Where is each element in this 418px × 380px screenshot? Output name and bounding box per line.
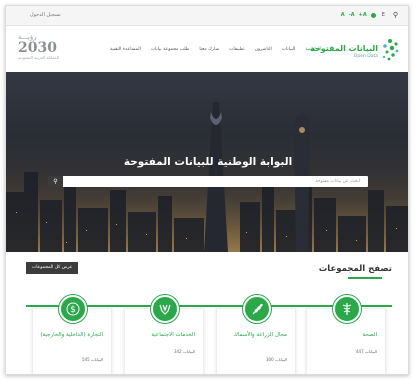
nav-datasets[interactable]: البيانات (282, 47, 296, 52)
title-underline (348, 277, 382, 279)
hands-icon (159, 304, 171, 315)
nav-request-dataset[interactable]: طلب مجموعة بيانات (151, 47, 190, 52)
group-card-agriculture[interactable]: مجال الزراعة والأسماك البيانات 300 (216, 295, 296, 374)
group-count: البيانات 342 (174, 349, 195, 354)
open-data-mark-icon (382, 39, 399, 61)
group-name: مجال الزراعة والأسماك (233, 332, 287, 338)
caduceus-icon (342, 303, 352, 315)
dollar-coin-icon: $ (66, 302, 80, 316)
nav-publishers[interactable]: الناشرون (255, 47, 272, 52)
font-size-decrease[interactable]: A- (349, 12, 355, 18)
font-size-default[interactable]: A (341, 12, 345, 18)
hero-banner: البوابة الوطنية للبيانات المفتوحة ابحث ع… (6, 72, 408, 252)
browse-groups-section: تصفح المجموعات عرض كل المجموعات الصحة ال… (6, 252, 408, 374)
nav-technical-help[interactable]: المساعدة التقنية (110, 47, 141, 52)
language-toggle[interactable]: E (382, 12, 385, 18)
font-size-increase[interactable]: A+ (359, 12, 367, 18)
search-placeholder: ابحث عن بيانات مفتوحة (315, 179, 360, 184)
login-link[interactable]: تسجيل الدخول (30, 12, 61, 18)
svg-text:$: $ (70, 305, 76, 315)
group-count: البيانات 447 (356, 349, 377, 354)
main-nav: الرئيسية البيانات الناشرون تطبيقات شارك … (110, 47, 321, 52)
contrast-toggle-icon[interactable] (370, 12, 376, 18)
search-icon[interactable]: ⚲ (393, 11, 398, 19)
group-name: الصحة (362, 332, 377, 338)
group-count: البيانات 300 (266, 357, 287, 362)
group-count: البيانات 545 (82, 357, 103, 362)
group-card-social-services[interactable]: الخدمات الاجتماعية البيانات 342 (124, 295, 204, 374)
wheat-icon (252, 303, 263, 315)
group-name: التجارة (الداخلية والخارجية) (40, 332, 103, 338)
utility-tools: ⚲ E A+ A- A (337, 11, 398, 19)
utility-bar: تسجيل الدخول ⚲ E A+ A- A (6, 6, 408, 26)
group-name: الخدمات الاجتماعية (151, 332, 195, 338)
open-data-logo[interactable]: البيانات المفتوحة Open Data (310, 35, 400, 67)
site-header: رؤيـــة 2030 المملكة العربية السعودية ال… (6, 27, 408, 73)
search-button[interactable]: ⚲ (48, 176, 63, 187)
view-all-groups-button[interactable]: عرض كل المجموعات (26, 262, 79, 274)
group-card-health[interactable]: الصحة البيانات 447 (306, 295, 386, 374)
vision-2030-logo: رؤيـــة 2030 المملكة العربية السعودية (18, 33, 60, 60)
hero-title: البوابة الوطنية للبيانات المفتوحة (123, 156, 293, 168)
browser-page: تسجيل الدخول ⚲ E A+ A- A رؤيـــة 2030 ال… (5, 5, 409, 375)
nav-participate[interactable]: شارك معنا (199, 47, 219, 52)
dataset-search-input[interactable]: ابحث عن بيانات مفتوحة ⚲ (48, 176, 368, 187)
group-card-trade[interactable]: $ التجارة (الداخلية والخارجية) البيانات … (32, 295, 112, 374)
nav-apps[interactable]: تطبيقات (229, 47, 245, 52)
section-title: تصفح المجموعات (318, 264, 392, 274)
